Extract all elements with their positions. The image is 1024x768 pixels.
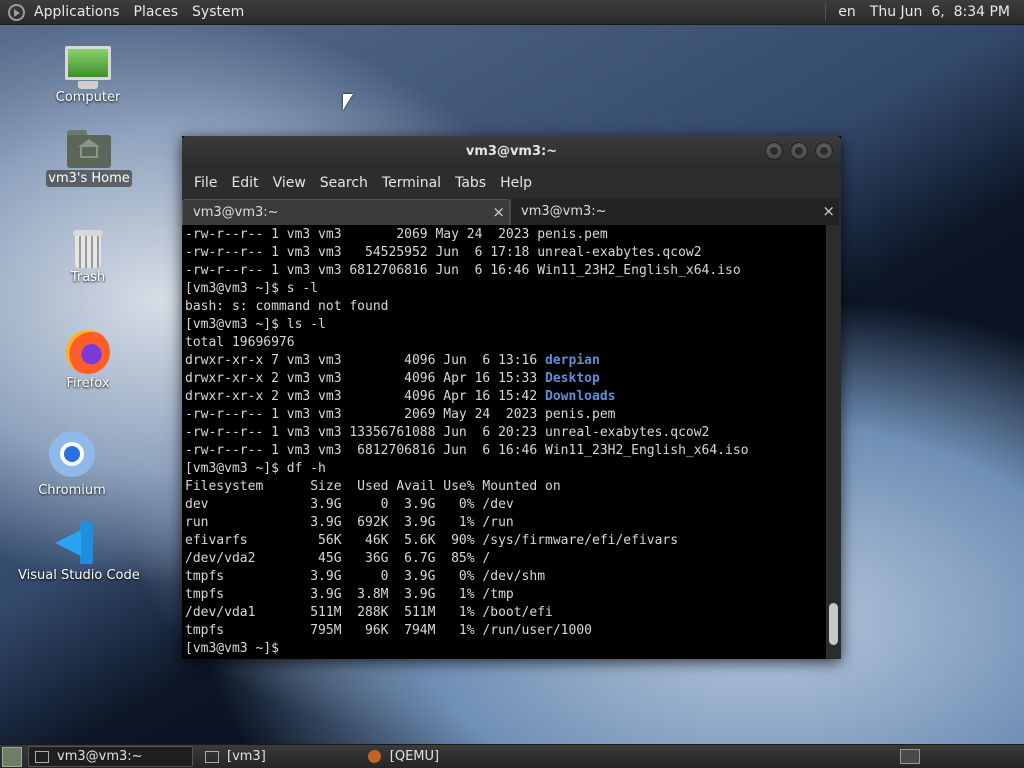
clock[interactable]: Thu Jun 6, 8:34 PM <box>870 4 1010 20</box>
firefox-icon <box>66 330 110 374</box>
terminal-line: drwxr-xr-x 7 vm3 vm3 4096 Jun 6 13:16 de… <box>185 352 826 370</box>
menu-view[interactable]: View <box>266 175 313 191</box>
system-menu[interactable]: System <box>185 4 251 20</box>
taskbar-item-terminal[interactable]: vm3@vm3:~ <box>28 746 193 767</box>
menu-tabs[interactable]: Tabs <box>448 175 493 191</box>
menu-help[interactable]: Help <box>493 175 539 191</box>
tab-label: vm3@vm3:~ <box>193 205 279 220</box>
home-folder-icon <box>67 130 111 168</box>
desktop-icon-label: Firefox <box>66 376 110 391</box>
computer-icon <box>65 46 111 89</box>
window-title: vm3@vm3:~ <box>465 144 558 159</box>
terminal-line: -rw-r--r-- 1 vm3 vm3 54525952 Jun 6 17:1… <box>185 245 702 260</box>
terminal-line: -rw-r--r-- 1 vm3 vm3 2069 May 24 2023 pe… <box>185 227 608 242</box>
window-titlebar[interactable]: vm3@vm3:~ <box>182 136 841 168</box>
terminal-line: -rw-r--r-- 1 vm3 vm3 2069 May 24 2023 pe… <box>185 407 616 422</box>
terminal-line: run 3.9G 692K 3.9G 1% /run <box>185 515 514 530</box>
terminal-line: [vm3@vm3 ~]$ s -l <box>185 281 319 296</box>
trash-icon <box>73 230 103 268</box>
close-tab-icon[interactable]: × <box>492 203 505 221</box>
terminal-line: tmpfs 3.9G 3.8M 3.9G 1% /tmp <box>185 587 514 602</box>
menu-file[interactable]: File <box>187 175 224 191</box>
close-tab-icon[interactable]: × <box>822 202 835 220</box>
terminal-line-text: drwxr-xr-x 2 vm3 vm3 4096 Apr 16 15:42 <box>185 389 546 404</box>
desktop-icon-vscode[interactable]: Visual Studio Code <box>18 522 140 583</box>
menu-edit[interactable]: Edit <box>224 175 265 191</box>
terminal-line: -rw-r--r-- 1 vm3 vm3 6812706816 Jun 6 16… <box>185 443 749 458</box>
terminal-tab-2[interactable]: vm3@vm3:~ × <box>510 199 839 225</box>
vscode-icon <box>53 522 95 564</box>
taskbar-item-label: vm3@vm3:~ <box>57 749 143 764</box>
bottom-panel: vm3@vm3:~ [vm3] [QEMU] <box>0 744 1024 768</box>
directory-name: Downloads <box>545 389 616 404</box>
terminal-line: dev 3.9G 0 3.9G 0% /dev <box>185 497 514 512</box>
desktop-icon-label: Computer <box>55 90 121 105</box>
terminal-output[interactable]: -rw-r--r-- 1 vm3 vm3 2069 May 24 2023 pe… <box>182 225 826 659</box>
taskbar-item-label: [QEMU] <box>389 749 440 764</box>
terminal-line: efivarfs 56K 46K 5.6K 90% /sys/firmware/… <box>185 533 679 548</box>
terminal-line: total 19696976 <box>185 335 295 350</box>
panel-separator <box>825 3 828 21</box>
window-controls <box>765 142 833 160</box>
desktop-icon-label: Visual Studio Code <box>18 568 140 583</box>
top-panel: Applications Places System en Thu Jun 6,… <box>0 0 1024 25</box>
directory-name: Desktop <box>545 371 600 386</box>
terminal-line-text: drwxr-xr-x 7 vm3 vm3 4096 Jun 6 13:16 <box>185 353 546 368</box>
desktop-icon-computer[interactable]: Computer <box>52 46 124 105</box>
terminal-line-text: drwxr-xr-x 2 vm3 vm3 4096 Apr 16 15:33 <box>185 371 546 386</box>
terminal-tab-1[interactable]: vm3@vm3:~ × <box>182 199 510 225</box>
terminal-line: tmpfs 795M 96K 794M 1% /run/user/1000 <box>185 623 592 638</box>
desktop-icon-label: Trash <box>70 270 106 285</box>
desktop-icon-chromium[interactable]: Chromium <box>36 431 108 498</box>
maximize-button[interactable] <box>790 142 808 160</box>
directory-name: derpian <box>545 353 600 368</box>
terminal-line: /dev/vda1 511M 288K 511M 1% /boot/efi <box>185 605 553 620</box>
terminal-line: [vm3@vm3 ~]$ ls -l <box>185 317 326 332</box>
terminal-line: -rw-r--r-- 1 vm3 vm3 13356761088 Jun 6 2… <box>185 425 710 440</box>
taskbar-item-qemu[interactable]: [QEMU] <box>362 746 445 767</box>
terminal-line: [vm3@vm3 ~]$ df -h <box>185 461 326 476</box>
terminal-line: bash: s: command not found <box>185 299 389 314</box>
terminal-menubar: File Edit View Search Terminal Tabs Help <box>182 168 841 197</box>
terminal-scrollbar[interactable] <box>826 225 841 659</box>
desktop-icon-trash[interactable]: Trash <box>52 230 124 285</box>
terminal-tabbar: vm3@vm3:~ × vm3@vm3:~ × <box>182 197 841 225</box>
mouse-pointer-icon <box>343 94 353 110</box>
qemu-icon <box>367 750 381 763</box>
file-manager-icon <box>205 750 219 763</box>
desktop-icon-label: Chromium <box>38 483 106 498</box>
taskbar-item-vm3[interactable]: [vm3] <box>199 746 272 767</box>
terminal-line: [vm3@vm3 ~]$ <box>185 641 287 656</box>
places-menu[interactable]: Places <box>127 4 186 20</box>
terminal-line: /dev/vda2 45G 36G 6.7G 85% / <box>185 551 491 566</box>
distro-logo-icon[interactable] <box>8 3 25 21</box>
scrollbar-thumb[interactable] <box>829 603 838 645</box>
desktop-icon-firefox[interactable]: Firefox <box>52 330 124 391</box>
close-window-button[interactable] <box>815 142 833 160</box>
show-desktop-icon[interactable] <box>2 746 22 767</box>
tab-label: vm3@vm3:~ <box>521 204 607 219</box>
terminal-line: drwxr-xr-x 2 vm3 vm3 4096 Apr 16 15:33 D… <box>185 370 826 388</box>
desktop-icon-home[interactable]: vm3's Home <box>46 130 132 187</box>
terminal-window[interactable]: vm3@vm3:~ File Edit View Search Terminal… <box>182 136 841 659</box>
menu-terminal[interactable]: Terminal <box>375 175 448 191</box>
terminal-line: drwxr-xr-x 2 vm3 vm3 4096 Apr 16 15:42 D… <box>185 388 826 406</box>
panel-menu: Applications Places System <box>0 0 251 25</box>
chromium-icon <box>49 431 95 477</box>
terminal-line: Filesystem Size Used Avail Use% Mounted … <box>185 479 561 494</box>
taskbar-item-label: [vm3] <box>227 749 266 764</box>
desktop-icon-label: vm3's Home <box>46 170 132 187</box>
minimize-button[interactable] <box>765 142 783 160</box>
keyboard-layout-indicator[interactable]: en <box>838 4 856 20</box>
terminal-icon <box>35 750 49 763</box>
workspace-switcher[interactable] <box>900 749 920 764</box>
terminal-line: -rw-r--r-- 1 vm3 vm3 6812706816 Jun 6 16… <box>185 263 741 278</box>
applications-menu[interactable]: Applications <box>27 4 127 20</box>
terminal-line: tmpfs 3.9G 0 3.9G 0% /dev/shm <box>185 569 546 584</box>
menu-search[interactable]: Search <box>313 175 375 191</box>
panel-indicators: en Thu Jun 6, 8:34 PM <box>825 0 1024 25</box>
